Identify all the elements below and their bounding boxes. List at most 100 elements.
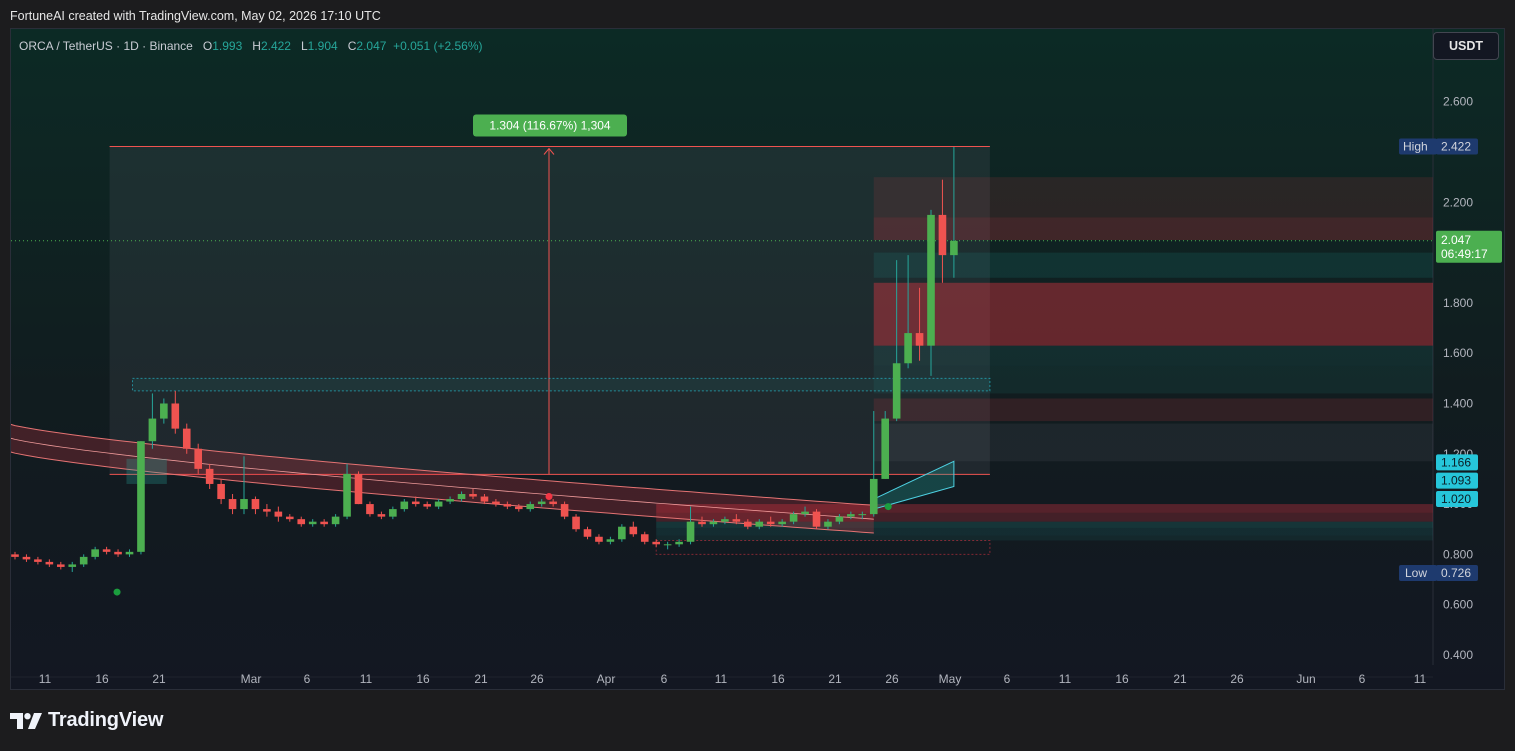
x-tick-label: 21: [152, 672, 166, 686]
candle: [469, 494, 477, 497]
level-label: 1.166: [1441, 455, 1471, 469]
candle: [45, 561, 54, 565]
chart-credit: FortuneAI created with TradingView.com, …: [10, 9, 381, 23]
y-tick-label: 1.600: [1443, 346, 1473, 360]
zone-box: [873, 177, 1433, 218]
close-value: 2.047: [356, 39, 387, 53]
candle: [434, 501, 443, 507]
zone-box: [873, 217, 1433, 241]
x-tick-label: 11: [715, 672, 728, 686]
candle: [182, 428, 191, 449]
candle: [22, 556, 31, 560]
x-tick-label: 6: [661, 672, 668, 686]
x-tick-label: 26: [1230, 672, 1244, 686]
candle: [515, 506, 523, 510]
candle: [904, 333, 912, 364]
x-tick-label: 21: [828, 672, 842, 686]
candle: [595, 536, 603, 542]
candle: [801, 511, 809, 515]
currency-button[interactable]: USDT: [1433, 32, 1499, 60]
candle: [892, 363, 901, 419]
y-tick-label: 0.800: [1443, 547, 1473, 561]
x-tick-label: 16: [95, 672, 109, 686]
teal-box-left: [126, 458, 167, 484]
tradingview-logo-icon: [10, 712, 42, 729]
x-tick-label: Apr: [597, 672, 616, 686]
candle: [377, 514, 386, 517]
candle: [766, 521, 775, 525]
x-tick-label: 6: [1359, 672, 1366, 686]
change-value: +0.051 (+2.56%): [393, 39, 483, 53]
candle: [663, 544, 672, 546]
candle: [732, 519, 741, 522]
candle: [446, 499, 454, 502]
x-tick-label: 26: [530, 672, 544, 686]
candle: [869, 478, 878, 515]
candle: [251, 499, 260, 510]
x-tick-label: 11: [1414, 672, 1427, 686]
x-tick-label: 21: [474, 672, 488, 686]
candle: [583, 529, 592, 537]
low-value-label: 0.726: [1441, 566, 1471, 580]
high-value-label: 2.422: [1441, 140, 1471, 154]
tradingview-logo[interactable]: TradingView: [10, 709, 163, 732]
candle: [881, 418, 889, 479]
x-tick-label: Jun: [1296, 672, 1315, 686]
candle: [812, 511, 821, 527]
y-tick-label: 1.400: [1443, 396, 1473, 410]
measure-label: 1.304 (116.67%) 1,304: [489, 119, 611, 133]
candle: [652, 541, 660, 545]
candle: [457, 494, 466, 500]
candle: [698, 521, 706, 525]
candle: [950, 240, 958, 256]
x-tick-label: 11: [360, 672, 373, 686]
candle: [205, 468, 214, 484]
candle: [102, 549, 111, 552]
candle: [274, 511, 283, 517]
x-tick-label: 6: [1004, 672, 1011, 686]
candle: [263, 509, 271, 512]
candle: [343, 473, 351, 517]
level-label: 1.020: [1441, 492, 1471, 506]
chart-panel[interactable]: 1.304 (116.67%) 1,304 2.600 2.200 1.800 1.60…: [10, 28, 1505, 690]
sell-signal-dot: [545, 493, 553, 501]
zone-box: [873, 252, 1433, 278]
candle: [297, 519, 306, 525]
x-tick-label: 16: [416, 672, 430, 686]
candle: [858, 514, 867, 516]
candle: [228, 499, 237, 510]
high-tag-label: High: [1403, 140, 1428, 154]
high-value: 2.422: [260, 39, 291, 53]
measure-box: [109, 146, 990, 475]
candle: [79, 556, 88, 565]
candle: [148, 418, 157, 442]
zone-box: [656, 535, 1433, 541]
candle: [91, 549, 99, 557]
candle: [549, 501, 557, 505]
zone-box: [873, 345, 1433, 366]
candle: [675, 541, 683, 545]
candle: [194, 448, 202, 469]
candle: [480, 496, 489, 502]
candle: [938, 214, 947, 256]
x-tick-label: 11: [39, 672, 52, 686]
x-tick-label: May: [939, 672, 962, 686]
candle: [171, 403, 180, 429]
candle: [137, 441, 145, 552]
price-chart[interactable]: 1.304 (116.67%) 1,304 2.600 2.200 1.800 1.60…: [11, 29, 1505, 690]
dotted-zone-box: [132, 377, 991, 392]
zone-box: [873, 282, 1433, 346]
candle: [411, 501, 420, 505]
candle: [400, 501, 409, 510]
candle: [320, 521, 328, 525]
zone-box: [873, 423, 1433, 462]
zone-box: [873, 398, 1433, 422]
candle: [160, 403, 168, 419]
candle: [721, 519, 729, 522]
y-tick-label: 0.400: [1443, 648, 1473, 662]
candle: [778, 521, 786, 525]
x-tick-label: 16: [1115, 672, 1129, 686]
x-tick-label: 16: [771, 672, 785, 686]
candle: [927, 214, 935, 346]
low-value: 1.904: [307, 39, 338, 53]
